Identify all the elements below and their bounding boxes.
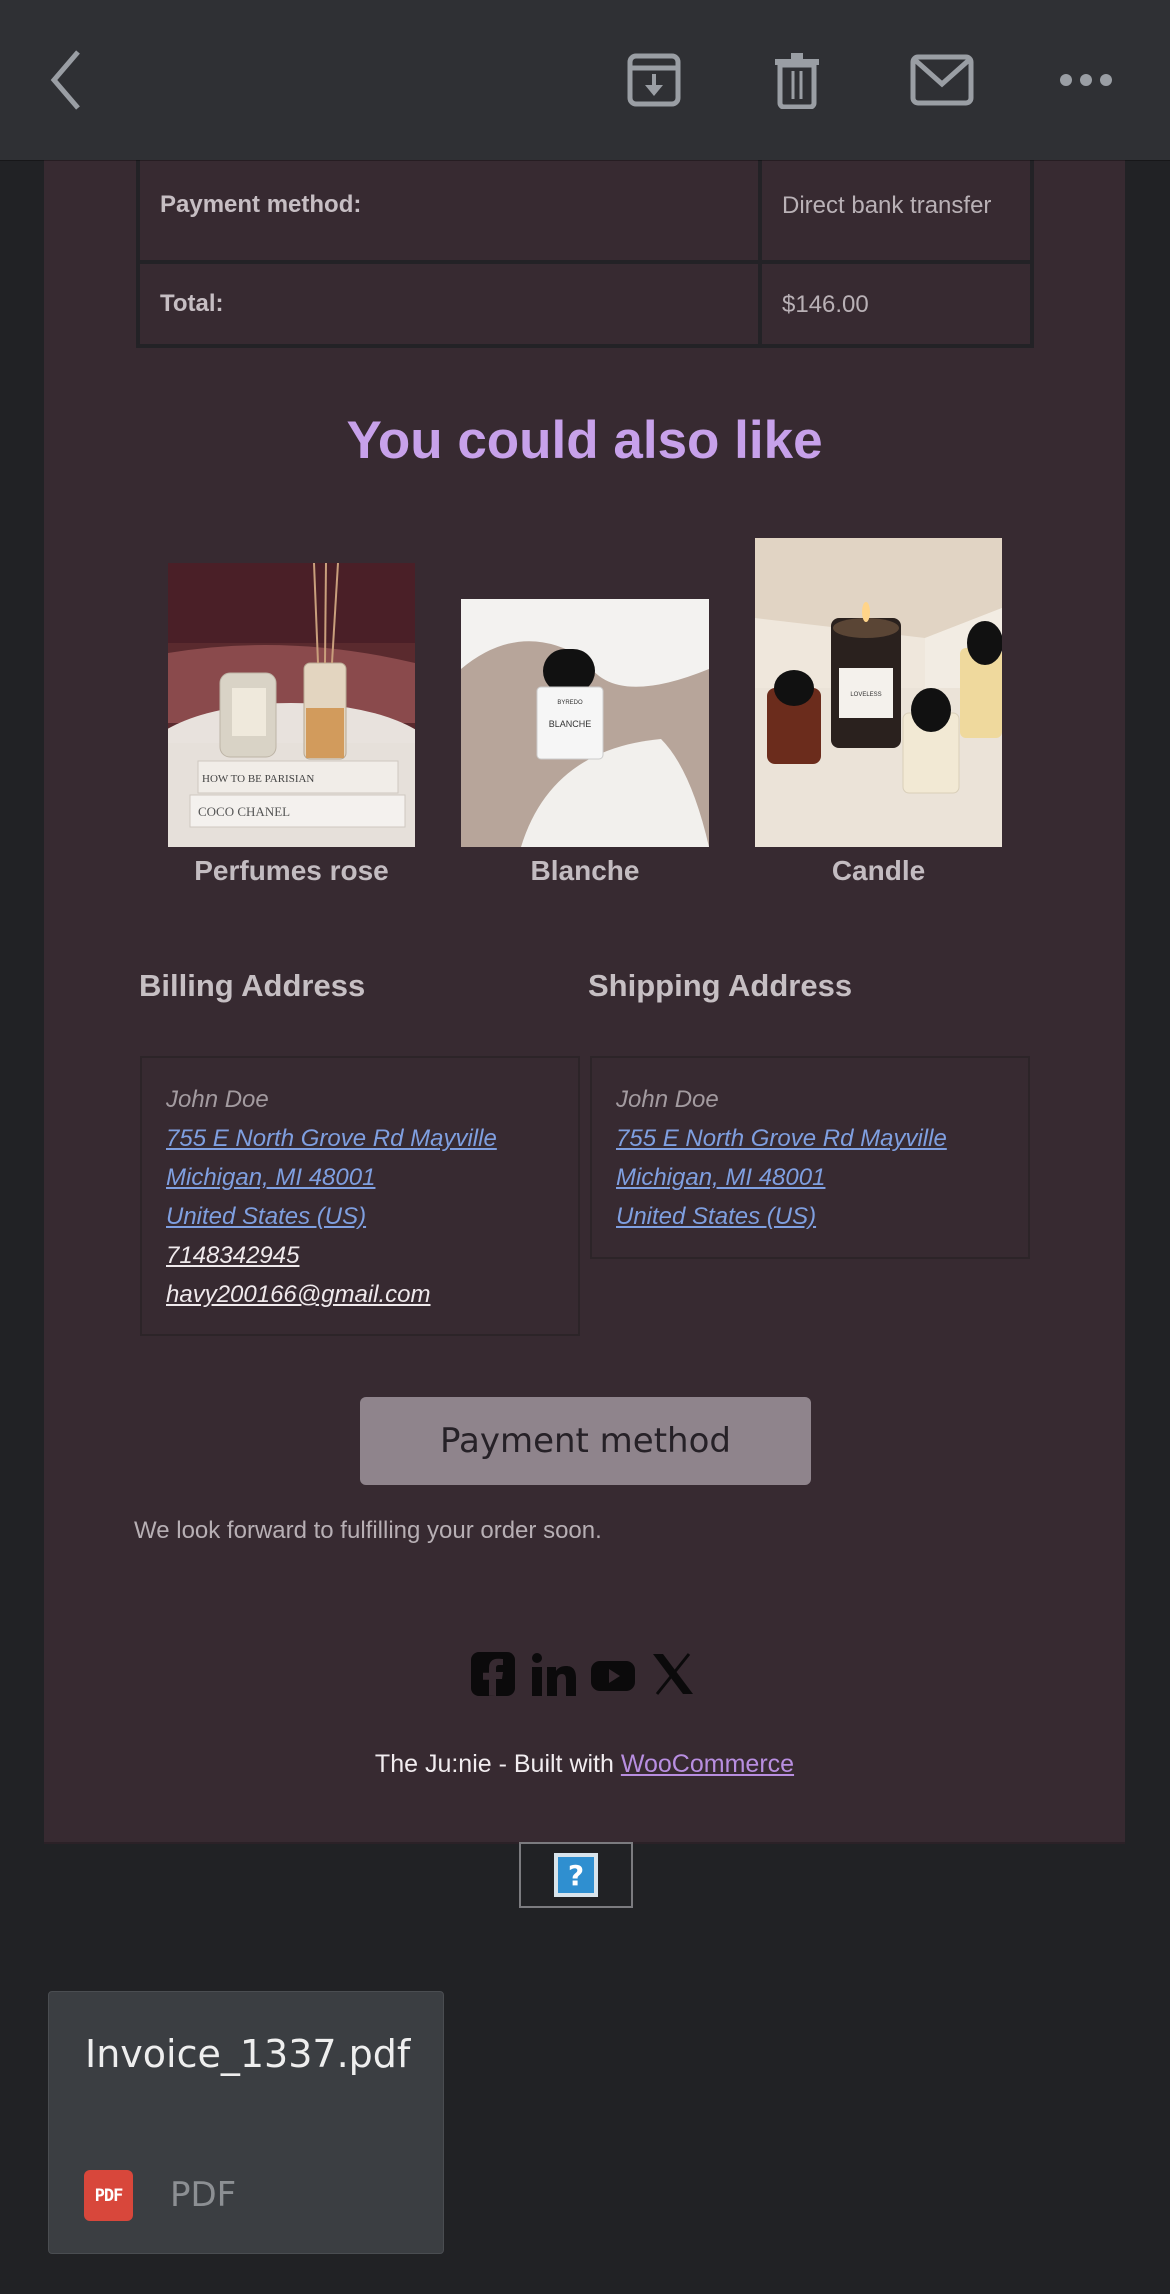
- delete-button[interactable]: [757, 40, 837, 120]
- x-icon: [653, 1653, 693, 1695]
- email-body: Payment method: Direct bank transfer Tot…: [44, 0, 1125, 1842]
- billing-name: John Doe: [166, 1086, 269, 1113]
- facebook-link[interactable]: [469, 1650, 517, 1698]
- back-chevron-icon: [50, 50, 80, 110]
- product-card-candle[interactable]: LOVELESS Candle: [755, 538, 1002, 887]
- woocommerce-link[interactable]: WooCommerce: [621, 1750, 794, 1778]
- billing-city-link[interactable]: Michigan, MI 48001: [166, 1158, 554, 1197]
- back-button[interactable]: [26, 40, 106, 120]
- product-name[interactable]: Blanche: [461, 855, 709, 887]
- facebook-icon: [471, 1652, 515, 1696]
- svg-text:BLANCHE: BLANCHE: [549, 719, 592, 729]
- recommendations-title: You could also like: [346, 411, 823, 470]
- archive-button[interactable]: [614, 40, 694, 120]
- social-links: [469, 1650, 697, 1698]
- billing-address-heading: Billing Address: [139, 968, 366, 1003]
- billing-country-link[interactable]: United States (US): [166, 1197, 554, 1236]
- svg-text:BYREDO: BYREDO: [557, 700, 583, 706]
- table-row: Total: $146.00: [140, 260, 1030, 344]
- candle-photo: LOVELESS: [755, 538, 1002, 847]
- linkedin-icon: [532, 1653, 576, 1696]
- shipping-address-box: John Doe 755 E North Grove Rd Mayville M…: [590, 1056, 1030, 1259]
- attachment-card[interactable]: Invoice_1337.pdf PDF PDF: [48, 1991, 444, 2254]
- shipping-city-link[interactable]: Michigan, MI 48001: [616, 1158, 1004, 1197]
- shipping-country-link[interactable]: United States (US): [616, 1197, 1004, 1236]
- product-image[interactable]: HOW TO BE PARISIAN COCO CHANEL: [168, 563, 415, 847]
- footer-credit: The Ju:nie - Built with WooCommerce: [44, 1750, 1125, 1779]
- archive-download-icon: [627, 53, 681, 107]
- linkedin-link[interactable]: [529, 1650, 577, 1698]
- table-row: Payment method: Direct bank transfer: [140, 150, 1030, 260]
- product-image[interactable]: LOVELESS: [755, 538, 1002, 847]
- product-card-blanche[interactable]: BYREDO BLANCHE Blanche: [461, 599, 709, 887]
- attachment-type: PDF: [170, 2175, 237, 2215]
- envelope-icon: [910, 54, 974, 106]
- product-name[interactable]: Perfumes rose: [168, 855, 415, 887]
- shipping-name: John Doe: [616, 1086, 719, 1113]
- mail-toolbar: [0, 0, 1170, 160]
- youtube-link[interactable]: [589, 1650, 637, 1698]
- svg-text:HOW TO BE PARISIAN: HOW TO BE PARISIAN: [202, 773, 314, 785]
- svg-text:COCO CHANEL: COCO CHANEL: [198, 804, 290, 819]
- diffuser-photo: HOW TO BE PARISIAN COCO CHANEL: [168, 563, 415, 847]
- trash-icon: [775, 53, 819, 109]
- billing-email-link[interactable]: havy200166@gmail.com: [166, 1275, 554, 1314]
- shipping-street-link[interactable]: 755 E North Grove Rd Mayville: [616, 1119, 1004, 1158]
- order-totals-table: Payment method: Direct bank transfer Tot…: [136, 150, 1034, 348]
- total-label: Total:: [140, 264, 762, 344]
- closing-message: We look forward to fulfilling your order…: [134, 1517, 602, 1544]
- mark-unread-button[interactable]: [902, 40, 982, 120]
- footer-prefix: The Ju:nie - Built with: [374, 1750, 621, 1778]
- broken-image-placeholder: ?: [519, 1842, 633, 1908]
- question-mark-icon: ?: [554, 1853, 598, 1897]
- payment-method-button[interactable]: Payment method: [360, 1397, 811, 1485]
- product-image[interactable]: BYREDO BLANCHE: [461, 599, 709, 847]
- payment-method-label: Payment method:: [140, 150, 762, 260]
- payment-method-value: Direct bank transfer: [782, 191, 992, 219]
- billing-address-box: John Doe 755 E North Grove Rd Mayville M…: [140, 1056, 580, 1336]
- attachment-filename: Invoice_1337.pdf: [85, 2032, 411, 2076]
- billing-phone-link[interactable]: 7148342945: [166, 1236, 554, 1275]
- product-name[interactable]: Candle: [755, 855, 1002, 887]
- total-value: $146.00: [782, 290, 869, 318]
- product-card-perfumes-rose[interactable]: HOW TO BE PARISIAN COCO CHANEL Perfumes …: [168, 563, 415, 887]
- mail-viewer: Payment method: Direct bank transfer Tot…: [0, 0, 1170, 2294]
- more-dots-icon: [1060, 74, 1112, 86]
- youtube-icon: [591, 1661, 635, 1691]
- blanche-photo: BYREDO BLANCHE: [461, 599, 709, 847]
- x-link[interactable]: [649, 1650, 697, 1698]
- more-options-button[interactable]: [1046, 40, 1126, 120]
- svg-text:LOVELESS: LOVELESS: [850, 692, 881, 698]
- shipping-address-heading: Shipping Address: [588, 968, 853, 1003]
- pdf-file-icon: PDF: [84, 2170, 133, 2221]
- billing-street-link[interactable]: 755 E North Grove Rd Mayville: [166, 1119, 554, 1158]
